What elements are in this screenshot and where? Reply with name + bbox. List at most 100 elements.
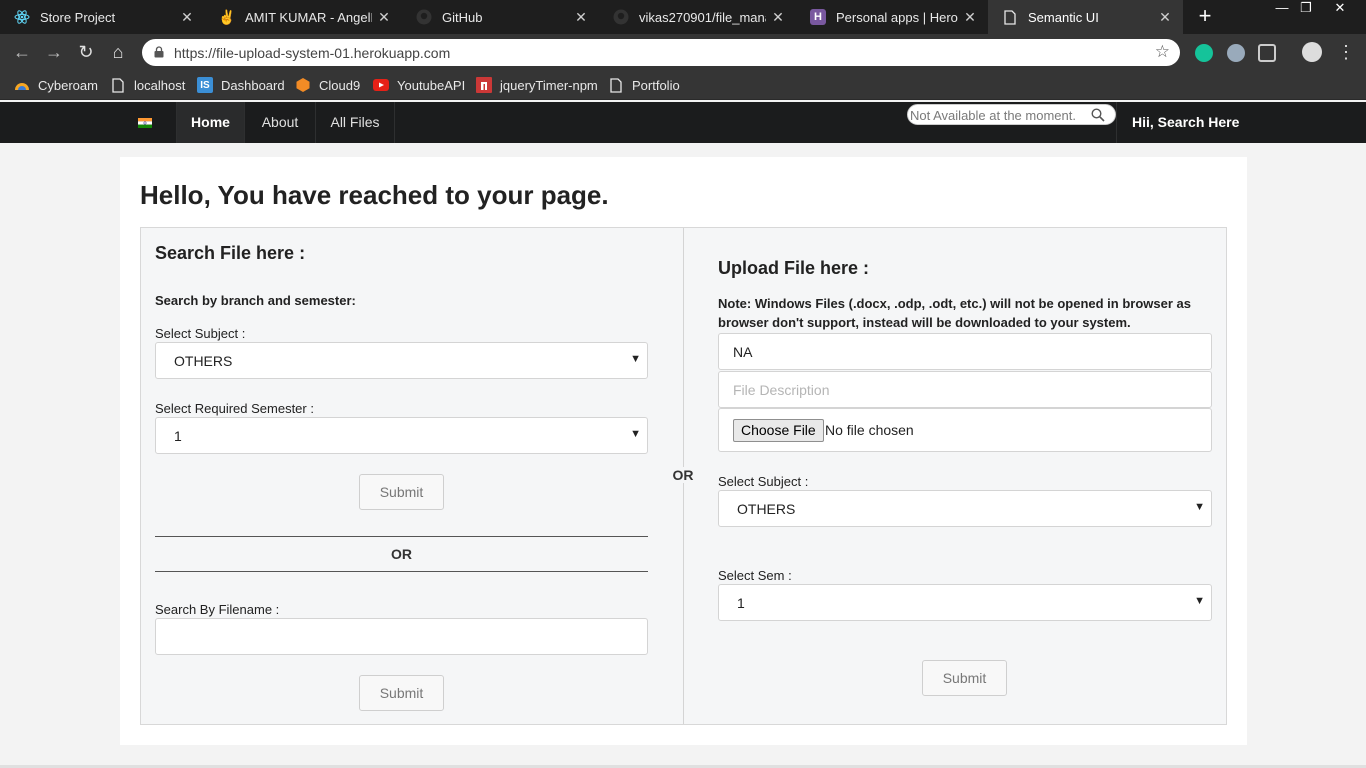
site-search-input[interactable]: [910, 106, 1090, 124]
bookmark-item[interactable]: jqueryTimer-npm: [476, 76, 598, 94]
bookmark-label: jqueryTimer-npm: [500, 77, 598, 93]
cyberoam-icon: [14, 77, 30, 93]
upload-sem-select[interactable]: 1 ▼: [718, 584, 1212, 621]
browser-tab[interactable]: vikas270901/file_manage ✕: [599, 0, 796, 34]
nav-home[interactable]: Home: [177, 102, 244, 143]
horizontal-divider: [155, 536, 648, 537]
search-greeting: Hii, Search Here: [1132, 114, 1240, 130]
bookmark-label: Cloud9: [319, 77, 361, 93]
menu-icon[interactable]: ⋮: [1334, 40, 1358, 64]
search-semester-select[interactable]: 1 ▼: [155, 417, 648, 454]
chevron-down-icon: ▼: [1194, 501, 1205, 513]
bookmark-label: YoutubeAPI: [397, 77, 466, 93]
reload-icon[interactable]: ↻: [74, 40, 98, 64]
select-value: 1: [174, 428, 182, 444]
grammarly-icon[interactable]: [1195, 44, 1213, 62]
browser-tab-active[interactable]: Semantic UI ✕: [988, 0, 1183, 34]
document-icon: [608, 77, 624, 93]
filename-field[interactable]: [155, 618, 648, 655]
close-icon[interactable]: ✕: [1153, 9, 1177, 26]
filename-label: Search By Filename :: [155, 602, 280, 617]
nav-divider: [1116, 102, 1117, 143]
lock-icon: [154, 46, 164, 58]
file-name-field[interactable]: [718, 333, 1212, 370]
bookmarks-bar: Cyberoam localhost IS Dashboard Cloud9 Y…: [0, 70, 1366, 100]
close-icon[interactable]: ✕: [958, 9, 982, 26]
file-name-input[interactable]: [719, 334, 1211, 369]
bookmark-label: Dashboard: [221, 77, 285, 93]
heroku-icon: H: [810, 9, 826, 25]
new-tab-button[interactable]: +: [1192, 5, 1218, 29]
bookmark-item[interactable]: Cyberoam: [14, 76, 98, 94]
bookmark-label: localhost: [134, 77, 186, 93]
filename-input[interactable]: [156, 619, 647, 654]
upload-note: Note: Windows Files (.docx, .odp, .odt, …: [718, 296, 1191, 330]
close-icon[interactable]: ✕: [766, 9, 790, 26]
profile-avatar[interactable]: [1302, 42, 1322, 62]
document-icon: [110, 77, 126, 93]
vertical-or-label: OR: [669, 467, 697, 483]
dashboard-icon: IS: [197, 77, 213, 93]
tab-title: Semantic UI: [1028, 9, 1099, 25]
extension-icon[interactable]: [1227, 44, 1245, 62]
nav-about[interactable]: About: [245, 102, 315, 143]
site-search-box[interactable]: [907, 104, 1116, 125]
back-icon[interactable]: ←: [10, 40, 34, 64]
search-heading: Search File here :: [155, 243, 306, 263]
upload-heading: Upload File here :: [718, 258, 870, 278]
browser-tab[interactable]: Store Project ✕: [0, 0, 205, 34]
bookmark-item[interactable]: IS Dashboard: [197, 76, 285, 94]
nav-all-files[interactable]: All Files: [316, 102, 394, 143]
document-icon: [1002, 9, 1018, 25]
close-icon[interactable]: ✕: [569, 9, 593, 26]
no-file-text: No file chosen: [825, 422, 914, 438]
tab-title: vikas270901/file_manage: [639, 9, 766, 25]
india-flag-icon[interactable]: [138, 118, 152, 128]
search-semester-label: Select Required Semester :: [155, 401, 314, 416]
bookmark-star-icon[interactable]: ☆: [1155, 42, 1170, 62]
close-icon[interactable]: ✕: [175, 9, 199, 26]
chevron-down-icon: ▼: [630, 353, 641, 365]
tab-title: Personal apps | Heroku: [836, 9, 958, 25]
select-value: 1: [737, 595, 745, 611]
url-text: https://file-upload-system-01.herokuapp.…: [174, 45, 451, 61]
nav-divider: [394, 102, 395, 143]
upload-subject-select[interactable]: OTHERS ▼: [718, 490, 1212, 527]
github-icon: [416, 9, 432, 25]
search-by-branch-label: Search by branch and semester:: [155, 293, 356, 308]
search-icon[interactable]: [1091, 108, 1105, 122]
close-icon[interactable]: ✕: [372, 9, 396, 26]
extension-icon[interactable]: [1258, 44, 1276, 62]
horizontal-or-label: OR: [391, 546, 412, 562]
browser-tab[interactable]: H Personal apps | Heroku ✕: [796, 0, 988, 34]
upload-submit-button[interactable]: Submit: [922, 660, 1007, 696]
file-chooser: Choose File No file chosen: [718, 408, 1212, 452]
browser-tab[interactable]: GitHub ✕: [402, 0, 599, 34]
close-window-icon[interactable]: ✕: [1324, 0, 1356, 18]
github-icon: [613, 9, 629, 25]
horizontal-divider: [155, 571, 648, 572]
chevron-down-icon: ▼: [1194, 595, 1205, 607]
search-subject-label: Select Subject :: [155, 326, 246, 341]
search-submit-button[interactable]: Submit: [359, 474, 444, 510]
npm-icon: [476, 77, 492, 93]
react-icon: [14, 9, 30, 25]
restore-icon[interactable]: ❐: [1290, 0, 1322, 18]
bookmark-item[interactable]: Portfolio: [608, 76, 680, 94]
file-description-field[interactable]: [718, 371, 1212, 408]
file-description-input[interactable]: [719, 372, 1211, 407]
youtube-icon: [373, 77, 389, 93]
bookmark-item[interactable]: Cloud9: [295, 76, 360, 94]
browser-tab[interactable]: ✌ AMIT KUMAR - AngelList ✕: [205, 0, 402, 34]
forward-icon[interactable]: →: [42, 40, 66, 64]
bookmark-item[interactable]: YoutubeAPI: [373, 76, 465, 94]
browser-tab-strip: Store Project ✕ ✌ AMIT KUMAR - AngelList…: [0, 0, 1366, 34]
tab-title: Store Project: [40, 9, 116, 25]
upload-sem-label: Select Sem :: [718, 568, 792, 583]
bookmark-item[interactable]: localhost: [110, 76, 185, 94]
search-subject-select[interactable]: OTHERS ▼: [155, 342, 648, 379]
choose-file-button[interactable]: Choose File: [733, 419, 824, 442]
filename-submit-button[interactable]: Submit: [359, 675, 444, 711]
address-bar[interactable]: https://file-upload-system-01.herokuapp.…: [142, 39, 1180, 66]
home-icon[interactable]: ⌂: [106, 40, 130, 64]
